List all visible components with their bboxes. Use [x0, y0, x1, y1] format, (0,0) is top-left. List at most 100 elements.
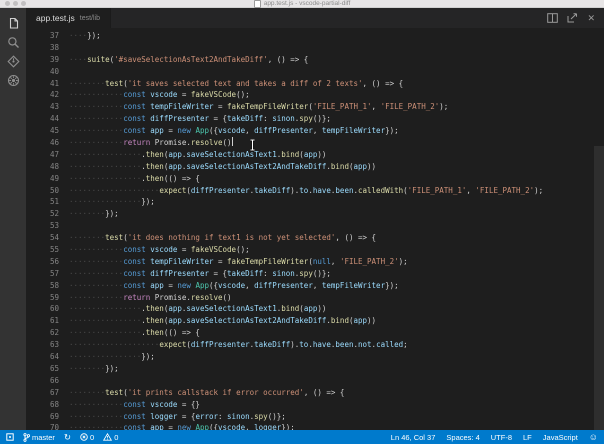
close-editor-button[interactable]: ✕: [587, 14, 595, 23]
code-editor[interactable]: 37····});3839····suite('#saveSelectionAs…: [26, 28, 604, 430]
line-number: 49: [26, 173, 69, 185]
status-bar: master ↻ 0 0 Ln 46,: [0, 430, 604, 444]
line-number: 59: [26, 292, 69, 304]
close-window-button[interactable]: [5, 1, 10, 6]
code-line[interactable]: 64················});: [26, 351, 604, 363]
tab-app-test-js[interactable]: app.test.js test/lib: [26, 8, 111, 28]
sidebar-item-explorer[interactable]: [4, 17, 22, 30]
errors-status[interactable]: 0: [80, 433, 94, 442]
sidebar-item-search[interactable]: [4, 36, 22, 49]
smiley-icon: ☺: [589, 433, 598, 442]
branch-name: master: [32, 433, 55, 442]
code-line[interactable]: 57············const diffPresenter = {tak…: [26, 268, 604, 280]
sync-icon: ↻: [64, 433, 71, 441]
line-number: 42: [26, 89, 69, 101]
line-number: 53: [26, 220, 69, 232]
whitespace-dots: ············: [69, 257, 123, 266]
code-line[interactable]: 63····················expect(diffPresent…: [26, 339, 604, 351]
line-number: 65: [26, 363, 69, 375]
editor-scrollbar[interactable]: [594, 146, 604, 430]
code-line[interactable]: 65········});: [26, 363, 604, 375]
code-line[interactable]: 69············const logger = {error: sin…: [26, 411, 604, 423]
code-line[interactable]: 53: [26, 220, 604, 232]
whitespace-dots: ········: [69, 209, 105, 218]
eol-status[interactable]: LF: [523, 433, 532, 442]
sync-button[interactable]: ↻: [64, 433, 71, 441]
branch-icon: [23, 433, 30, 442]
whitespace-dots: ············: [69, 245, 123, 254]
code-line[interactable]: 58············const app = new App({vscod…: [26, 280, 604, 292]
feedback-smiley-button[interactable]: ☺: [589, 433, 598, 442]
line-number: 64: [26, 351, 69, 363]
code-line[interactable]: 48················.then(app.saveSelectio…: [26, 161, 604, 173]
code-line[interactable]: 54········test('it does nothing if text1…: [26, 232, 604, 244]
language-mode-status[interactable]: JavaScript: [543, 433, 578, 442]
code-line[interactable]: 56············const tempFileWriter = fak…: [26, 256, 604, 268]
code-line[interactable]: 60················.then(app.saveSelectio…: [26, 303, 604, 315]
code-line[interactable]: 59············return Promise.resolve(): [26, 292, 604, 304]
code-line[interactable]: 67········test('it prints callstack if e…: [26, 387, 604, 399]
code-line[interactable]: 40: [26, 66, 604, 78]
cursor-position-status[interactable]: Ln 46, Col 37: [391, 433, 436, 442]
minimize-window-button[interactable]: [13, 1, 18, 6]
code-line[interactable]: 55············const vscode = fakeVSCode(…: [26, 244, 604, 256]
code-line[interactable]: 66: [26, 375, 604, 387]
code-line[interactable]: 45············const app = new App({vscod…: [26, 125, 604, 137]
split-editor-icon: [547, 13, 558, 23]
code-line[interactable]: 51················});: [26, 196, 604, 208]
code-line[interactable]: 50····················expect(diffPresent…: [26, 185, 604, 197]
search-icon: [7, 36, 20, 49]
code-line[interactable]: 44············const diffPresenter = {tak…: [26, 113, 604, 125]
status-box-button[interactable]: [6, 433, 14, 441]
code-line[interactable]: 43············const tempFileWriter = fak…: [26, 101, 604, 113]
zoom-window-button[interactable]: [21, 1, 26, 6]
whitespace-dots: ········: [69, 233, 105, 242]
git-branch-status[interactable]: master: [23, 433, 55, 442]
whitespace-dots: ············: [69, 114, 123, 123]
sidebar-item-source-control[interactable]: [4, 55, 22, 68]
whitespace-dots: ············: [69, 102, 123, 111]
line-number: 66: [26, 375, 69, 387]
warning-icon: [103, 433, 112, 441]
open-changes-icon: [567, 13, 578, 23]
line-number: 50: [26, 185, 69, 197]
code-line[interactable]: 62················.then(() => {: [26, 327, 604, 339]
code-line[interactable]: 38: [26, 42, 604, 54]
line-number: 62: [26, 327, 69, 339]
code-lines: 37····});3839····suite('#saveSelectionAs…: [26, 30, 604, 430]
line-number: 47: [26, 149, 69, 161]
code-line[interactable]: 37····});: [26, 30, 604, 42]
whitespace-dots: ····················: [69, 340, 159, 349]
line-number: 61: [26, 315, 69, 327]
open-changes-button[interactable]: [567, 13, 578, 23]
status-box-icon: [6, 433, 14, 441]
code-line[interactable]: 46············return Promise.resolve(): [26, 137, 604, 149]
indentation-status[interactable]: Spaces: 4: [446, 433, 479, 442]
line-number: 37: [26, 30, 69, 42]
code-line[interactable]: 52········});: [26, 208, 604, 220]
code-line[interactable]: 41········test('it saves selected text a…: [26, 78, 604, 90]
line-number: 63: [26, 339, 69, 351]
line-number: 44: [26, 113, 69, 125]
whitespace-dots: ················: [69, 174, 141, 183]
line-number: 55: [26, 244, 69, 256]
code-line[interactable]: 47················.then(app.saveSelectio…: [26, 149, 604, 161]
code-line[interactable]: 68············const vscode = {}: [26, 399, 604, 411]
split-editor-button[interactable]: [547, 13, 558, 23]
whitespace-dots: ············: [69, 126, 123, 135]
line-number: 54: [26, 232, 69, 244]
code-line[interactable]: 42············const vscode = fakeVSCode(…: [26, 89, 604, 101]
warnings-status[interactable]: 0: [103, 433, 118, 442]
window-title: app.test.js - vscode-partial-diff: [254, 0, 351, 8]
code-line[interactable]: 49················.then(() => {: [26, 173, 604, 185]
whitespace-dots: ············: [69, 138, 123, 147]
line-number: 70: [26, 422, 69, 430]
code-line[interactable]: 39····suite('#saveSelectionAsText2AndTak…: [26, 54, 604, 66]
whitespace-dots: ················: [69, 328, 141, 337]
sidebar-item-debug[interactable]: [4, 74, 22, 87]
line-number: 46: [26, 137, 69, 149]
text-caret: [232, 137, 233, 146]
code-line[interactable]: 61················.then(app.saveSelectio…: [26, 315, 604, 327]
code-line[interactable]: 70············const app = new App({vscod…: [26, 422, 604, 430]
encoding-status[interactable]: UTF-8: [491, 433, 512, 442]
